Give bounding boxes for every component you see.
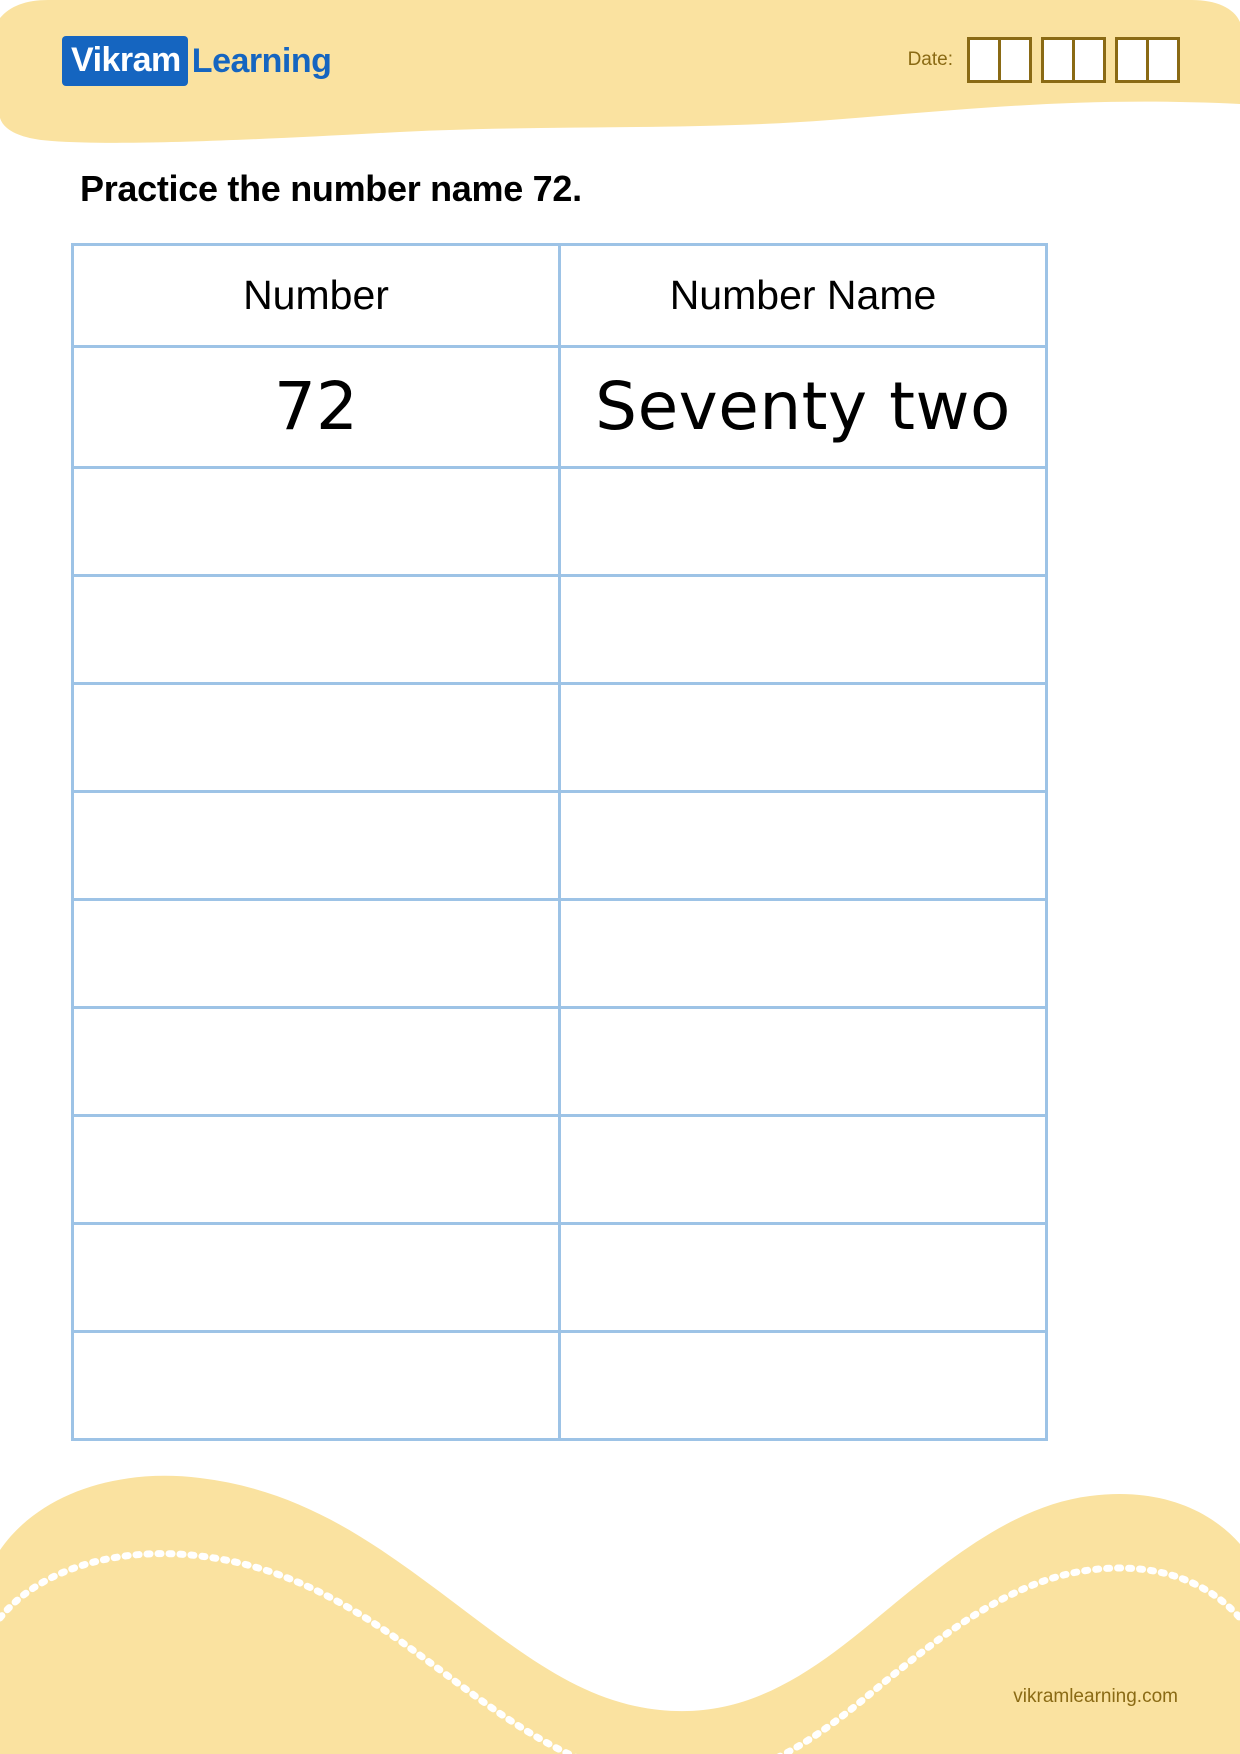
date-box[interactable] — [1072, 40, 1103, 80]
date-group-year[interactable] — [1115, 37, 1180, 83]
cell-number-name-blank[interactable] — [558, 1222, 1048, 1333]
footer-website-url[interactable]: vikramlearning.com — [1013, 1686, 1178, 1708]
table-row[interactable] — [71, 574, 1048, 685]
cell-number-blank[interactable] — [71, 574, 561, 685]
logo-badge-vikram: Vikram — [62, 36, 188, 86]
cell-number-blank[interactable] — [71, 1222, 561, 1333]
header-content: Vikram Learning Date: — [0, 0, 1240, 118]
date-box[interactable] — [1146, 40, 1177, 80]
cell-number-name-blank[interactable] — [558, 898, 1048, 1009]
date-box[interactable] — [1044, 40, 1072, 80]
table-row[interactable] — [71, 1330, 1048, 1441]
cell-number: 72 — [71, 345, 561, 469]
footer-wave-fill — [0, 1475, 1240, 1754]
date-box[interactable] — [970, 40, 998, 80]
date-field[interactable]: Date: — [908, 37, 1180, 83]
table-row[interactable] — [71, 790, 1048, 901]
table-row[interactable] — [71, 682, 1048, 793]
date-group-month[interactable] — [1041, 37, 1106, 83]
table-row[interactable] — [71, 898, 1048, 1009]
logo[interactable]: Vikram Learning — [62, 36, 332, 86]
cell-number-name-blank[interactable] — [558, 574, 1048, 685]
page-title: Practice the number name 72. — [80, 168, 582, 209]
cell-number-name-blank[interactable] — [558, 466, 1048, 577]
cell-number-blank[interactable] — [71, 790, 561, 901]
cell-number-name: Seventy two — [558, 345, 1048, 469]
cell-number-name-blank[interactable] — [558, 1114, 1048, 1225]
cell-number-blank[interactable] — [71, 1006, 561, 1117]
table-header-row: Number Number Name — [71, 243, 1048, 348]
date-group-day[interactable] — [967, 37, 1032, 83]
cell-number-name-blank[interactable] — [558, 790, 1048, 901]
cell-number-blank[interactable] — [71, 898, 561, 1009]
logo-word-learning: Learning — [191, 42, 332, 80]
column-header-number: Number — [71, 243, 561, 348]
table-row[interactable] — [71, 1006, 1048, 1117]
table-row[interactable] — [71, 1222, 1048, 1333]
date-box[interactable] — [1118, 40, 1146, 80]
cell-number-blank[interactable] — [71, 1114, 561, 1225]
date-label: Date: — [907, 49, 953, 70]
column-header-number-name: Number Name — [558, 243, 1048, 348]
table-row[interactable] — [71, 466, 1048, 577]
table-body: Number Number Name 72 Seventy two — [71, 243, 1048, 1441]
table-row: 72 Seventy two — [71, 345, 1048, 469]
cell-number-blank[interactable] — [71, 682, 561, 793]
cell-number-blank[interactable] — [71, 466, 561, 577]
cell-number-name-blank[interactable] — [558, 1006, 1048, 1117]
date-box-groups — [967, 37, 1180, 83]
practice-table: Number Number Name 72 Seventy two — [71, 243, 1048, 1441]
cell-number-name-blank[interactable] — [558, 682, 1048, 793]
cell-number-name-blank[interactable] — [558, 1330, 1048, 1441]
cell-number-blank[interactable] — [71, 1330, 561, 1441]
table-row[interactable] — [71, 1114, 1048, 1225]
date-box[interactable] — [998, 40, 1029, 80]
